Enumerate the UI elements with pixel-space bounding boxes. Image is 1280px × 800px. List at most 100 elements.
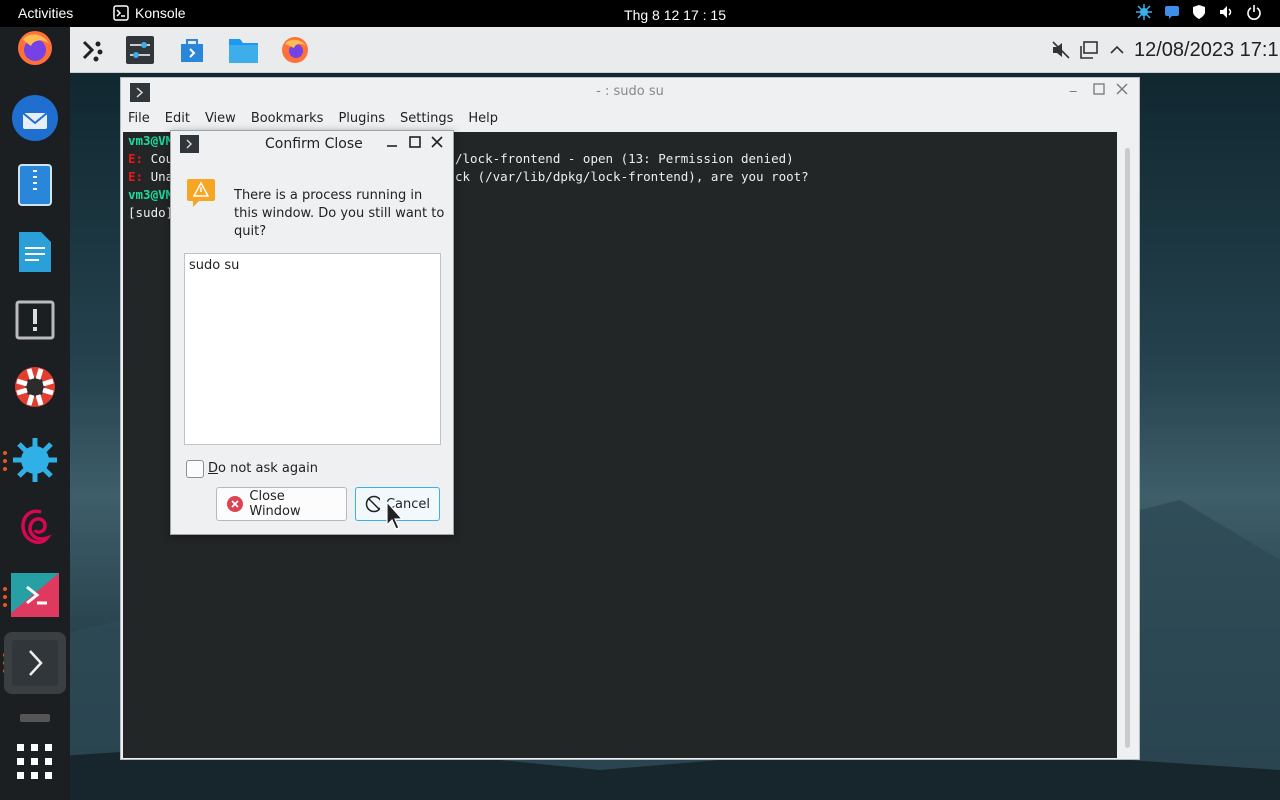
close-button[interactable] xyxy=(1116,78,1128,106)
firefox-icon xyxy=(18,31,52,65)
panel-settings[interactable] xyxy=(125,35,155,65)
kde-tool-icon xyxy=(11,573,59,617)
menu-file[interactable]: File xyxy=(121,108,158,130)
scrollbar-track[interactable] xyxy=(1125,148,1130,748)
panel-files[interactable] xyxy=(228,35,258,65)
close-window-label: Close Window xyxy=(249,489,301,519)
debian-icon xyxy=(21,509,52,545)
running-indicator xyxy=(3,595,7,599)
power-icon[interactable] xyxy=(1246,4,1262,20)
terminal-line: ck (/var/lib/dpkg/lock-frontend), are yo… xyxy=(455,169,809,184)
dock xyxy=(0,27,70,800)
konsole-title: - : sudo su xyxy=(596,84,664,99)
process-list[interactable]: sudo su xyxy=(184,253,441,445)
mouse-cursor xyxy=(386,501,404,530)
menu-edit[interactable]: Edit xyxy=(158,108,198,130)
dialog-maximize-button[interactable] xyxy=(405,134,425,154)
do-not-ask-checkbox[interactable] xyxy=(186,460,204,478)
terminal-error-tag: E: xyxy=(128,169,144,184)
system-tray[interactable] xyxy=(1136,4,1262,20)
do-not-ask-label[interactable]: Do not ask again xyxy=(208,461,318,476)
network-icon xyxy=(1080,41,1098,59)
volume-icon[interactable] xyxy=(1218,4,1234,20)
task-panel: 12/08/2023 17:1 xyxy=(70,27,1280,73)
help-icon xyxy=(15,367,55,407)
panel-network[interactable] xyxy=(1074,35,1104,65)
chevron-up-icon xyxy=(1110,45,1124,54)
maximize-button[interactable] xyxy=(1093,78,1105,106)
running-indicator xyxy=(3,451,7,455)
terminal-icon xyxy=(12,640,58,686)
dialog-minimize-button[interactable] xyxy=(382,134,402,154)
firefox-icon xyxy=(282,37,308,63)
archive-icon xyxy=(18,164,52,206)
minimize-icon xyxy=(387,145,397,147)
dialog-message: There is a process running in this windo… xyxy=(234,188,445,239)
terminal-scrollbar[interactable] xyxy=(1121,134,1133,754)
panel-launcher[interactable] xyxy=(77,35,107,65)
dock-splash-app[interactable] xyxy=(10,435,60,485)
maximize-icon xyxy=(1093,83,1105,95)
terminal-prompt: vm3@VM xyxy=(128,133,174,148)
chat-tray-icon[interactable] xyxy=(1164,4,1180,20)
shield-icon[interactable] xyxy=(1192,4,1206,20)
menu-help[interactable]: Help xyxy=(461,108,506,130)
system-settings-icon xyxy=(126,36,154,64)
warning-app-icon xyxy=(15,300,55,340)
close-window-button[interactable]: Close Window xyxy=(216,487,347,521)
dock-writer[interactable] xyxy=(10,227,60,277)
writer-icon xyxy=(19,232,51,272)
konsole-titlebar[interactable]: - : sudo su ‒ xyxy=(121,78,1139,106)
discover-icon xyxy=(181,39,203,62)
close-circle-icon xyxy=(227,496,243,512)
folder-icon xyxy=(229,39,258,63)
process-list-item[interactable]: sudo su xyxy=(189,258,239,273)
panel-expand[interactable] xyxy=(1102,35,1132,65)
app-grid-icon xyxy=(17,744,52,779)
panel-mute[interactable] xyxy=(1046,35,1076,65)
menu-bar: File Edit View Bookmarks Plugins Setting… xyxy=(121,108,506,130)
menu-bookmarks[interactable]: Bookmarks xyxy=(244,108,332,130)
kde-launcher-icon xyxy=(82,40,103,62)
minimize-button[interactable]: ‒ xyxy=(1069,78,1077,106)
dock-thunderbird[interactable] xyxy=(10,93,60,143)
dialog-titlebar[interactable]: Confirm Close xyxy=(171,131,453,157)
partial-app-icon xyxy=(20,714,50,722)
cancel-icon xyxy=(365,495,380,513)
menu-plugins[interactable]: Plugins xyxy=(331,108,393,130)
konsole-app-icon xyxy=(130,83,150,102)
running-indicator xyxy=(3,459,7,463)
menu-settings[interactable]: Settings xyxy=(393,108,461,130)
panel-firefox[interactable] xyxy=(280,35,310,65)
close-icon xyxy=(1116,83,1128,95)
dialog-close-button[interactable] xyxy=(427,134,447,154)
dock-partial-app[interactable] xyxy=(10,710,60,724)
warning-icon xyxy=(187,179,215,207)
terminal-line: /lock-frontend - open (13: Permission de… xyxy=(455,151,794,166)
dock-terminal[interactable] xyxy=(4,632,66,694)
panel-discover[interactable] xyxy=(177,35,207,65)
do-not-ask-text: o not ask again xyxy=(218,461,318,476)
clock[interactable]: Thg 8 12 17 : 15 xyxy=(0,7,1280,23)
menu-view[interactable]: View xyxy=(198,108,244,130)
maximize-icon xyxy=(409,136,421,148)
muted-speaker-icon xyxy=(1052,41,1070,59)
terminal-line: [sudo] xyxy=(128,205,174,220)
dock-debian[interactable] xyxy=(10,502,60,552)
dock-firefox[interactable] xyxy=(10,27,60,69)
show-apps-button[interactable] xyxy=(10,737,60,787)
thunderbird-icon xyxy=(12,95,58,141)
dock-warning-app[interactable] xyxy=(10,295,60,345)
dock-help[interactable] xyxy=(10,362,60,412)
dock-archive[interactable] xyxy=(10,160,60,210)
dialog-title: Confirm Close xyxy=(265,136,363,152)
dock-kde-tool[interactable] xyxy=(10,570,60,620)
terminal-error-tag: E: xyxy=(128,151,144,166)
panel-datetime[interactable]: 12/08/2023 17:1 xyxy=(1134,39,1279,62)
top-bar: Activities Konsole Thg 8 12 17 : 15 xyxy=(0,0,1280,27)
confirm-close-dialog: Confirm Close There is a process running… xyxy=(170,130,454,535)
terminal-prompt: vm3@VM xyxy=(128,187,174,202)
running-indicator xyxy=(3,467,7,471)
splash-tray-icon[interactable] xyxy=(1136,4,1152,20)
konsole-app-icon xyxy=(180,135,199,153)
